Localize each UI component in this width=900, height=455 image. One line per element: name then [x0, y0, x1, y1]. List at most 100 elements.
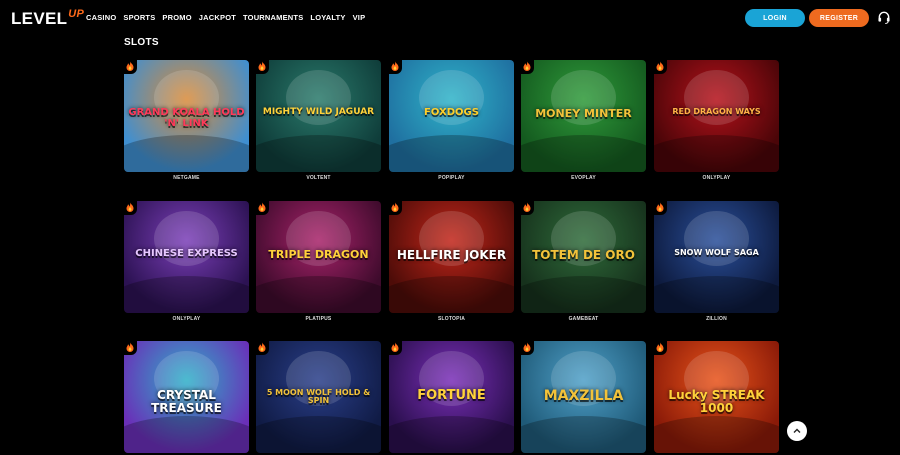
- fire-icon: [391, 61, 399, 71]
- game-thumbnail[interactable]: TOTEM DE ORO: [521, 201, 646, 313]
- game-provider: ZILLION: [706, 316, 727, 322]
- nav-item-vip[interactable]: VIP: [353, 13, 366, 22]
- nav-item-jackpot[interactable]: JACKPOT: [199, 13, 236, 22]
- game-thumbnail[interactable]: SNOW WOLF SAGA: [654, 201, 779, 313]
- fire-icon: [258, 202, 266, 212]
- game-provider: POPIPLAY: [438, 175, 465, 181]
- game-provider: EVOPLAY: [571, 175, 596, 181]
- game-thumbnail[interactable]: FOXDOGS: [389, 60, 514, 172]
- fire-icon: [258, 342, 266, 352]
- game-title: Lucky STREAK 1000: [668, 388, 765, 415]
- thumbnail-decoration: [389, 135, 514, 172]
- thumbnail-decoration: [654, 416, 779, 453]
- game-tile[interactable]: MIGHTY WILD JAGUAR VOLTENT: [255, 58, 381, 181]
- top-navigation-bar: LEVELUP CASINO SPORTS PROMO JACKPOT TOUR…: [0, 0, 900, 36]
- game-provider: SLOTOPIA: [437, 316, 466, 322]
- game-thumbnail[interactable]: Lucky STREAK 1000: [654, 341, 779, 453]
- game-title: MONEY MINTER: [535, 107, 632, 120]
- game-thumbnail[interactable]: 5 MOON WOLF HOLD & SPIN: [256, 341, 381, 453]
- game-tile[interactable]: Lucky STREAK 1000: [653, 339, 779, 453]
- hot-badge: [388, 199, 402, 215]
- scroll-to-top-button[interactable]: [787, 421, 807, 441]
- game-title: MAXZILLA: [543, 388, 624, 404]
- game-thumbnail[interactable]: MAXZILLA: [521, 341, 646, 453]
- game-provider: PLATIPUS: [305, 316, 332, 322]
- nav-item-casino[interactable]: CASINO: [86, 13, 116, 22]
- game-title: RED DRAGON WAYS: [672, 107, 761, 116]
- hot-badge: [123, 339, 137, 355]
- chevron-up-icon: [793, 428, 801, 433]
- thumbnail-decoration: [256, 135, 381, 172]
- nav-item-loyalty[interactable]: LOYALTY: [310, 13, 345, 22]
- fire-icon: [523, 342, 531, 352]
- game-thumbnail[interactable]: MONEY MINTER: [521, 60, 646, 172]
- game-thumbnail[interactable]: MIGHTY WILD JAGUAR: [256, 60, 381, 172]
- game-tile[interactable]: 5 MOON WOLF HOLD & SPIN: [255, 339, 381, 453]
- game-thumbnail[interactable]: FORTUNE: [389, 341, 514, 453]
- hot-badge: [653, 339, 667, 355]
- game-tile[interactable]: MAXZILLA: [520, 339, 646, 453]
- game-tile[interactable]: HELLFIRE JOKER SLOTOPIA: [388, 199, 514, 322]
- login-button[interactable]: LOGIN: [745, 9, 805, 27]
- nav-item-tournaments[interactable]: TOURNAMENTS: [243, 13, 303, 22]
- game-thumbnail[interactable]: CRYSTAL TREASURE: [124, 341, 249, 453]
- game-title: SNOW WOLF SAGA: [674, 248, 759, 257]
- thumbnail-decoration: [654, 135, 779, 172]
- fire-icon: [126, 342, 134, 352]
- nav-item-sports[interactable]: SPORTS: [123, 13, 155, 22]
- logo[interactable]: LEVELUP: [11, 8, 85, 29]
- game-thumbnail[interactable]: GRAND KOALA HOLD 'N' LINK: [124, 60, 249, 172]
- game-tile[interactable]: TOTEM DE ORO GAMEBEAT: [520, 199, 646, 322]
- game-provider: VOLTENT: [306, 175, 331, 181]
- game-tile[interactable]: GRAND KOALA HOLD 'N' LINK NETGAME: [123, 58, 249, 181]
- fire-icon: [258, 61, 266, 71]
- game-thumbnail[interactable]: CHINESE EXPRESS: [124, 201, 249, 313]
- fire-icon: [391, 342, 399, 352]
- thumbnail-decoration: [389, 416, 514, 453]
- game-title: TOTEM DE ORO: [532, 248, 635, 262]
- game-tile[interactable]: FOXDOGS POPIPLAY: [388, 58, 514, 181]
- game-title: FORTUNE: [417, 388, 486, 403]
- section-title: SLOTS: [124, 37, 159, 48]
- game-tile[interactable]: RED DRAGON WAYS ONLYPLAY: [653, 58, 779, 181]
- game-tile[interactable]: FORTUNE: [388, 339, 514, 453]
- hot-badge: [255, 58, 269, 74]
- fire-icon: [391, 202, 399, 212]
- thumbnail-decoration: [389, 276, 514, 313]
- game-thumbnail[interactable]: TRIPLE DRAGON: [256, 201, 381, 313]
- thumbnail-decoration: [124, 416, 249, 453]
- hot-badge: [255, 339, 269, 355]
- logo-up-text: UP: [68, 8, 85, 20]
- game-title: TRIPLE DRAGON: [268, 248, 369, 261]
- game-title: HELLFIRE JOKER: [396, 248, 507, 262]
- thumbnail-decoration: [256, 416, 381, 453]
- fire-icon: [126, 61, 134, 71]
- thumbnail-decoration: [124, 135, 249, 172]
- fire-icon: [126, 202, 134, 212]
- fire-icon: [656, 342, 664, 352]
- register-button[interactable]: REGISTER: [809, 9, 869, 27]
- fire-icon: [656, 61, 664, 71]
- game-tile[interactable]: TRIPLE DRAGON PLATIPUS: [255, 199, 381, 322]
- game-tile[interactable]: CRYSTAL TREASURE: [123, 339, 249, 453]
- game-title: FOXDOGS: [424, 107, 479, 118]
- game-tile[interactable]: MONEY MINTER EVOPLAY: [520, 58, 646, 181]
- hot-badge: [255, 199, 269, 215]
- main-nav: CASINO SPORTS PROMO JACKPOT TOURNAMENTS …: [86, 13, 365, 22]
- game-provider: GAMEBEAT: [568, 316, 599, 322]
- thumbnail-decoration: [124, 276, 249, 313]
- thumbnail-decoration: [684, 211, 749, 266]
- game-thumbnail[interactable]: HELLFIRE JOKER: [389, 201, 514, 313]
- game-tile[interactable]: SNOW WOLF SAGA ZILLION: [653, 199, 779, 322]
- hot-badge: [520, 58, 534, 74]
- nav-item-promo[interactable]: PROMO: [162, 13, 191, 22]
- game-tile[interactable]: CHINESE EXPRESS ONLYPLAY: [123, 199, 249, 322]
- hot-badge: [388, 58, 402, 74]
- headset-icon[interactable]: [877, 10, 891, 24]
- thumbnail-decoration: [256, 276, 381, 313]
- game-title: 5 MOON WOLF HOLD & SPIN: [266, 388, 371, 406]
- game-title: CHINESE EXPRESS: [135, 248, 238, 259]
- game-thumbnail[interactable]: RED DRAGON WAYS: [654, 60, 779, 172]
- hot-badge: [653, 58, 667, 74]
- fire-icon: [523, 202, 531, 212]
